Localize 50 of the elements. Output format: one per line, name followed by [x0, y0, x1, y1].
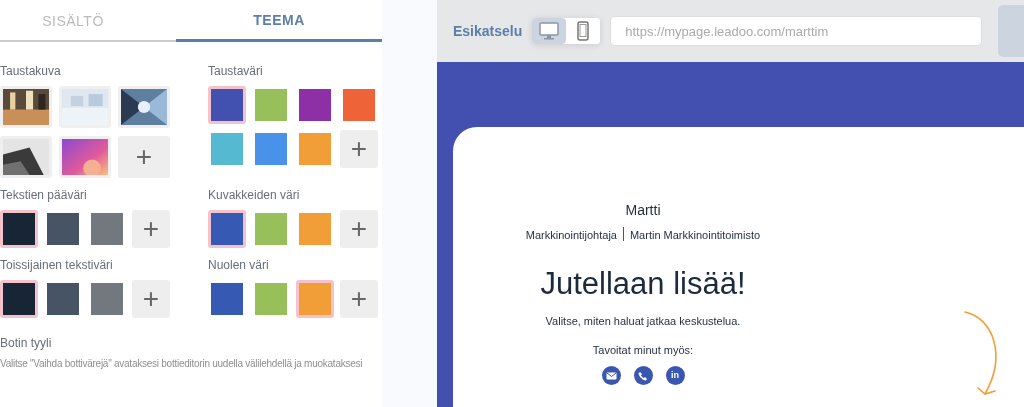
add-button[interactable]: + [340, 130, 378, 168]
heading: Jutellaan lisää! [539, 264, 747, 303]
phone-icon[interactable] [633, 366, 653, 385]
color-swatch[interactable] [88, 210, 126, 248]
device-toggle[interactable] [566, 18, 601, 44]
add-button[interactable]: + [118, 136, 170, 178]
color-swatch[interactable] [252, 280, 290, 318]
phone-icon [577, 21, 590, 41]
color-swatch[interactable] [0, 210, 38, 248]
person-name: Martti [624, 201, 662, 220]
monitor-icon [539, 22, 560, 40]
color-swatch[interactable] [296, 280, 334, 318]
color-swatch[interactable] [208, 86, 246, 124]
color-swatch[interactable] [252, 86, 290, 124]
color-swatch[interactable] [252, 130, 290, 168]
company-name: Martin Markkinointitoimisto [629, 228, 761, 243]
color-swatch[interactable] [88, 280, 126, 318]
color-swatch[interactable] [208, 130, 246, 168]
section-label: Nuolen väri [208, 257, 270, 274]
section-label: Tekstien pääväri [0, 187, 88, 204]
subtitle: Valitse, miten haluat jatkaa keskustelua. [544, 314, 742, 329]
section-label: Taustaväri [208, 63, 264, 80]
color-swatch[interactable] [296, 130, 334, 168]
color-swatch[interactable] [0, 280, 38, 318]
color-swatch[interactable] [296, 210, 334, 248]
background-image-option[interactable] [0, 86, 52, 128]
color-swatch[interactable] [296, 86, 334, 124]
add-button[interactable]: + [340, 280, 378, 318]
section-label: Toissijainen tekstiväri [0, 257, 114, 274]
color-swatch[interactable] [252, 210, 290, 248]
section-label: Kuvakkeiden väri [208, 187, 301, 204]
color-swatch[interactable] [44, 280, 82, 318]
add-button[interactable]: + [132, 280, 170, 318]
color-swatch[interactable] [340, 86, 378, 124]
section-label: Botin tyyli [0, 335, 53, 352]
color-swatch[interactable] [208, 280, 246, 318]
add-button[interactable]: + [340, 210, 378, 248]
color-swatch[interactable] [208, 210, 246, 248]
section-label: Taustakuva [0, 63, 62, 80]
email-icon[interactable] [601, 366, 621, 385]
color-swatch[interactable] [44, 210, 82, 248]
contact-label: Tavoitat minut myös: [591, 342, 695, 358]
help-text: Valitse "Vaihda bottivärejä" avataksesi bottieditorin uudella välilehdellä ja muokataksesi [0, 357, 364, 371]
job-title: Markkinointijohtaja [525, 228, 617, 243]
preview-label: Esikatselu [453, 21, 523, 41]
linkedin-link[interactable]: in [665, 366, 685, 385]
background-image-option[interactable] [118, 86, 170, 128]
add-button[interactable]: + [132, 210, 170, 248]
background-image-option[interactable] [0, 136, 52, 178]
device-toggle[interactable] [532, 18, 567, 44]
